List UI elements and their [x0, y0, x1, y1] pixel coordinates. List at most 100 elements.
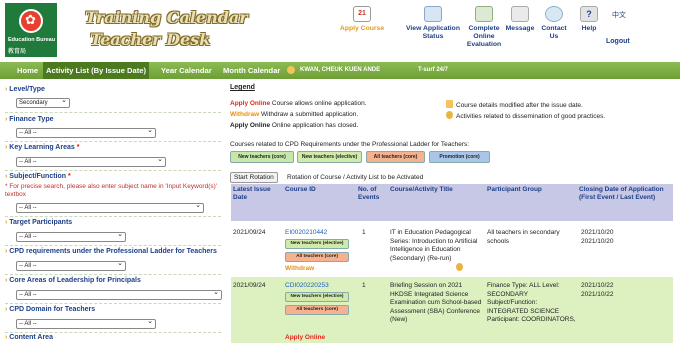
- legend-apply-online-closed: Apply Online Online application has clos…: [230, 122, 359, 129]
- logo-text-en: Education Bureau: [8, 37, 56, 43]
- withdraw-link[interactable]: Withdraw: [285, 265, 314, 272]
- legend-apply-online: Apply Online Course allows online applic…: [230, 100, 367, 107]
- closing-date-last: 2021/10/22: [581, 291, 614, 298]
- level-type-select[interactable]: Secondary: [16, 97, 70, 108]
- user-icon: [287, 66, 295, 74]
- pill-all-teachers-core: All teachers (core): [285, 252, 349, 262]
- divider: [5, 245, 221, 246]
- col-course-id[interactable]: Course ID: [285, 186, 345, 194]
- language-toggle[interactable]: 中文: [612, 10, 626, 20]
- filter-key-learning-areas-label: Key Learning Areas *: [5, 144, 79, 151]
- course-id-link[interactable]: EI0020210442: [285, 229, 327, 238]
- help-icon: ?: [580, 6, 598, 22]
- filter-finance-type-label: Finance Type: [5, 116, 53, 123]
- envelope-icon: [511, 6, 529, 22]
- nav-view-application-status-label: View Application Status: [405, 25, 460, 40]
- nav-apply-course-label: Apply Course: [339, 25, 385, 32]
- header: Education Bureau 教育局 Training Calendar T…: [0, 0, 680, 62]
- nav-message-label: Message: [505, 25, 535, 32]
- pill-new-teachers-elective: New teachers (elective): [285, 292, 349, 302]
- tab-activity-list[interactable]: Activity List (By Issue Date): [43, 62, 150, 79]
- nav-complete-online-evaluation[interactable]: Complete Online Evaluation: [463, 6, 505, 49]
- main-content: Legend Apply Online Course allows online…: [230, 80, 680, 343]
- divider: [5, 303, 221, 304]
- table-header: Latest Issue Date Course ID No. of Event…: [231, 184, 673, 221]
- divider: [5, 170, 221, 171]
- rotation-status-text: Rotation of Course / Activity List to be…: [287, 174, 424, 181]
- divider: [5, 274, 221, 275]
- clipboard-icon: [424, 6, 442, 22]
- nav-message[interactable]: Message: [503, 6, 537, 33]
- modified-icon: [446, 100, 453, 108]
- filter-cpd-domain-label: CPD Domain for Teachers: [5, 306, 95, 313]
- pill-promotion-core: Promotion (core): [429, 151, 490, 163]
- divider: [5, 112, 221, 113]
- core-areas-select[interactable]: -- All --: [16, 289, 222, 300]
- phone-icon: [545, 6, 563, 22]
- pill-all-teachers-core: All teachers (core): [366, 151, 425, 163]
- events-count: 1: [362, 229, 366, 236]
- issue-date: 2021/09/24: [233, 229, 266, 236]
- site-title-line2: Teacher Desk: [90, 30, 211, 49]
- logo-text-zh: 教育局: [8, 49, 27, 55]
- filter-content-area-label: Content Area: [5, 334, 53, 341]
- key-learning-areas-select[interactable]: -- All --: [16, 156, 166, 167]
- cpd-domain-select[interactable]: -- All --: [16, 318, 156, 329]
- closing-date-first: 2021/10/22: [581, 282, 614, 289]
- start-rotation-button[interactable]: Start Rotation: [230, 172, 278, 183]
- menu-bar: Home Activity List (By Issue Date) Year …: [0, 62, 680, 79]
- col-issue-date[interactable]: Latest Issue Date: [233, 186, 281, 201]
- filter-cpd-ladder-label: CPD requirements under the Professional …: [5, 248, 217, 255]
- pill-new-teachers-elective: New teachers (elective): [297, 151, 362, 163]
- nav-view-application-status[interactable]: View Application Status: [404, 6, 462, 41]
- tab-year-calendar[interactable]: Year Calendar: [158, 62, 215, 79]
- filter-core-areas-label: Core Areas of Leadership for Principals: [5, 277, 141, 284]
- tsurf-link[interactable]: T-surf 24/7: [418, 62, 448, 79]
- ladder-description: Courses related to CPD Requirements unde…: [230, 141, 470, 148]
- subject-search-hint: * For precise search, please also enter …: [5, 183, 218, 198]
- legend-good-practices: Activities related to dissemination of g…: [446, 111, 605, 120]
- divider: [5, 141, 221, 142]
- closing-date-first: 2021/10/20: [581, 229, 614, 236]
- logout-link[interactable]: Logout: [606, 38, 630, 45]
- nav-contact-us-label: Contact Us: [541, 25, 567, 40]
- col-participant[interactable]: Participant Group: [487, 186, 577, 194]
- target-participants-select[interactable]: -- All --: [16, 231, 126, 242]
- col-events[interactable]: No. of Events: [358, 186, 386, 201]
- col-closing-date[interactable]: Closing Date of Application (First Event…: [579, 186, 671, 201]
- filter-subject-function-label: Subject/Function *: [5, 173, 70, 180]
- legend-title: Legend: [230, 84, 255, 91]
- subject-function-select[interactable]: -- All --: [16, 202, 204, 213]
- nav-apply-course[interactable]: 21 Apply Course: [332, 6, 392, 33]
- apply-online-link[interactable]: Apply Online: [285, 334, 325, 341]
- cpd-ladder-select[interactable]: -- All --: [16, 260, 126, 271]
- filter-target-participants-label: Target Participants: [5, 219, 72, 226]
- nav-help[interactable]: ? Help: [577, 6, 601, 33]
- col-title[interactable]: Course/Activity Title: [390, 186, 485, 194]
- course-title: IT in Education Pedagogical Series: Intr…: [390, 229, 478, 262]
- divider: [5, 332, 221, 333]
- nav-contact-us[interactable]: Contact Us: [538, 6, 570, 41]
- pill-new-teachers-core: New teachers (core): [230, 151, 294, 163]
- pencil-icon: [475, 6, 493, 22]
- finance-type-select[interactable]: -- All --: [16, 127, 156, 138]
- filter-level-type-label: Level/Type: [5, 86, 45, 93]
- course-id-link[interactable]: CDI020220253: [285, 282, 329, 291]
- edb-logo[interactable]: Education Bureau 教育局: [5, 3, 57, 57]
- bauhinia-icon: [19, 9, 43, 33]
- tab-month-calendar[interactable]: Month Calendar: [220, 62, 283, 79]
- table-row: 2021/09/24 EI0020210442 New teachers (el…: [231, 222, 673, 276]
- filter-sidebar: Level/Type Secondary Finance Type -- All…: [0, 80, 226, 343]
- legend-withdraw: Withdraw Withdraw a submitted applicatio…: [230, 111, 359, 118]
- user-name: KWAN, CHEUK KUEN ANDE: [300, 67, 381, 73]
- table-row: 2021/09/24 CDI020220253 New teachers (el…: [231, 277, 673, 343]
- calendar-icon: 21: [353, 6, 371, 22]
- events-count: 1: [362, 282, 366, 289]
- pill-new-teachers-elective: New teachers (elective): [285, 239, 349, 249]
- nav-help-label: Help: [581, 25, 597, 32]
- course-title: Briefing Session on 2021 HKDSE Integrate…: [390, 282, 482, 323]
- pill-all-teachers-core: All teachers (core): [285, 305, 349, 315]
- legend-modified: Course details modified after the issue …: [446, 100, 583, 109]
- tab-home[interactable]: Home: [14, 62, 41, 79]
- site-title-line1: Training Calendar: [85, 8, 248, 27]
